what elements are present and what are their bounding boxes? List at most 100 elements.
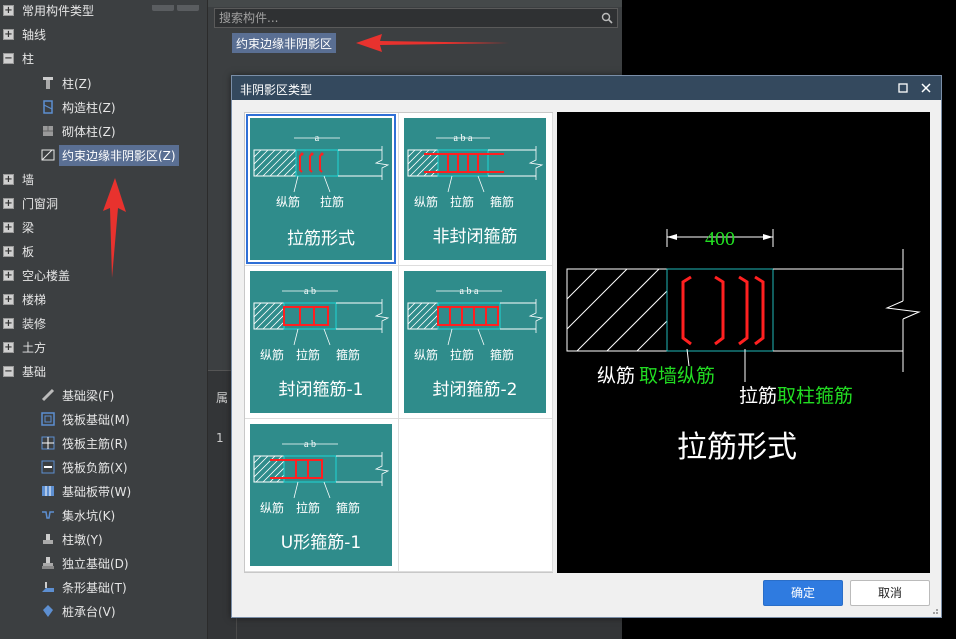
card-rebar-label: 纵筋 (276, 194, 300, 209)
type-preview: 400 纵筋 取墙纵筋 拉筋取柱箍筋 拉筋形式 (557, 112, 930, 573)
card-rebar-label: 拉筋 (320, 194, 344, 209)
tree-item[interactable]: 筏板负筋(X) (0, 455, 207, 479)
ok-button[interactable]: 确定 (763, 580, 843, 606)
type-card[interactable]: a 纵筋 拉筋 拉筋形式 (246, 114, 396, 264)
tree-category-label: 门窗洞 (22, 196, 59, 211)
tree-item-label: 构造柱(Z) (62, 100, 116, 115)
preview-label-long-rebar-rule: 取墙纵筋 (639, 365, 715, 387)
preview-label-long-rebar: 纵筋 (597, 365, 635, 387)
empty-cell (399, 419, 553, 572)
sump-pit-icon (40, 507, 56, 523)
search-box[interactable] (214, 8, 618, 28)
tree-item[interactable]: 柱墩(Y) (0, 527, 207, 551)
card-dimension-label: a b (304, 439, 316, 450)
resize-grip-icon[interactable] (931, 607, 939, 615)
card-rebar-label: 拉筋 (450, 194, 474, 209)
type-cell[interactable]: a b 纵筋 拉筋 箍筋 封闭箍筋-1 (245, 266, 399, 419)
tree-item[interactable]: 基础梁(F) (0, 383, 207, 407)
raft-negative-rebar-icon (40, 459, 56, 475)
card-rebar-label: 箍筋 (336, 347, 360, 362)
type-card[interactable]: a b 纵筋 拉筋 箍筋 封闭箍筋-1 (250, 271, 392, 413)
type-grid: a 纵筋 拉筋 拉筋形式 a b a 纵筋 拉筋 箍筋 非封闭箍筋 a b 纵筋 拉筋 箍筋 封闭箍筋-1… (244, 112, 553, 573)
properties-header: 属 (216, 391, 229, 405)
tree-item[interactable]: 基础板带(W) (0, 479, 207, 503)
tree-item[interactable]: 构造柱(Z) (0, 95, 207, 119)
tree-item[interactable]: 约束边缘非阴影区(Z) (0, 143, 207, 167)
expand-icon[interactable]: + (3, 28, 14, 40)
tree-item[interactable]: 桩承台(V) (0, 599, 207, 623)
card-rebar-label: 拉筋 (450, 347, 474, 362)
component-tree: + 常用构件类型 + 轴线 − 柱柱(Z) 构造柱(Z) 砌体柱(Z) 约束边缘非阴影区(Z) +… (0, 0, 207, 639)
tree-item[interactable]: 筏板主筋(R) (0, 431, 207, 455)
expand-icon[interactable]: + (3, 341, 14, 353)
annotation-arrow-left (356, 34, 512, 52)
tree-category-label: 梁 (22, 220, 35, 235)
expand-icon[interactable]: + (3, 4, 14, 16)
tree-category-label: 土方 (22, 340, 47, 355)
list-toolbar (208, 0, 623, 7)
type-cell[interactable]: a b 纵筋 拉筋 箍筋 U形箍筋-1 (245, 419, 399, 572)
expand-icon[interactable]: + (3, 317, 14, 329)
maximize-icon[interactable] (897, 82, 909, 94)
tree-category[interactable]: + 楼梯 (0, 287, 207, 311)
non-shadow-zone-type-dialog: 非阴影区类型 a 纵筋 拉筋 拉筋形式 a b a 纵筋 拉筋 箍筋 非封闭箍筋 a b 纵筋 拉筋箍… (231, 75, 942, 618)
tree-item[interactable]: 筏板基础(M) (0, 407, 207, 431)
type-cell[interactable]: a 纵筋 拉筋 拉筋形式 (245, 113, 399, 266)
tree-category[interactable]: − 基础 (0, 359, 207, 383)
tree-item[interactable]: 柱(Z) (0, 71, 207, 95)
collapse-icon[interactable]: − (3, 365, 14, 377)
tree-category[interactable]: − 柱 (0, 46, 207, 70)
isolated-footing-icon (40, 555, 56, 571)
structural-column-icon (40, 99, 56, 115)
dialog-title: 非阴影区类型 (240, 83, 313, 97)
collapse-icon[interactable]: − (3, 52, 14, 64)
tree-category[interactable]: + 土方 (0, 335, 207, 359)
expand-icon[interactable]: + (3, 197, 14, 209)
tree-item[interactable]: 条形基础(T) (0, 575, 207, 599)
card-rebar-label: 纵筋 (414, 347, 438, 362)
tree-category-label: 轴线 (22, 27, 47, 42)
tree-item-label: 约束边缘非阴影区(Z) (59, 144, 179, 166)
tree-item[interactable]: 集水坑(K) (0, 503, 207, 527)
raft-main-rebar-icon (40, 435, 56, 451)
component-list-item[interactable]: 约束边缘非阴影区 (232, 33, 337, 53)
tree-item[interactable]: 独立基础(D) (0, 551, 207, 575)
tree-item-label: 基础梁(F) (62, 388, 115, 403)
card-rebar-label: 纵筋 (260, 347, 284, 362)
tree-category[interactable]: + 装修 (0, 311, 207, 335)
card-rebar-label: 纵筋 (260, 500, 284, 515)
tree-item-label: 基础板带(W) (62, 484, 132, 499)
properties-row-number: 1 (216, 431, 224, 445)
expand-icon[interactable]: + (3, 245, 14, 257)
tree-item-label: 筏板基础(M) (62, 412, 130, 427)
tree-category[interactable]: + 常用构件类型 (0, 0, 207, 22)
search-input[interactable] (215, 9, 600, 27)
type-cell[interactable]: a b a 纵筋 拉筋 箍筋 非封闭箍筋 (399, 113, 553, 266)
raft-foundation-icon (40, 411, 56, 427)
cancel-button[interactable]: 取消 (850, 580, 930, 606)
card-rebar-label: 拉筋 (296, 500, 320, 515)
card-dimension-label: a b a (454, 133, 473, 144)
tree-item[interactable]: 砌体柱(Z) (0, 119, 207, 143)
type-card[interactable]: a b a 纵筋 拉筋 箍筋 封闭箍筋-2 (404, 271, 546, 413)
search-icon[interactable] (601, 12, 613, 24)
type-card[interactable]: a b a 纵筋 拉筋 箍筋 非封闭箍筋 (404, 118, 546, 260)
tree-category-label: 柱 (22, 51, 35, 66)
strip-footing-icon (40, 579, 56, 595)
expand-icon[interactable]: + (3, 293, 14, 305)
expand-icon[interactable]: + (3, 269, 14, 281)
close-icon[interactable] (919, 81, 933, 95)
type-cell[interactable]: a b a 纵筋 拉筋 箍筋 封闭箍筋-2 (399, 266, 553, 419)
card-rebar-label: 箍筋 (490, 347, 514, 362)
card-dimension-label: a b a (460, 286, 479, 297)
card-rebar-label: 箍筋 (336, 500, 360, 515)
type-card[interactable]: a b 纵筋 拉筋 箍筋 U形箍筋-1 (250, 424, 392, 566)
dialog-title-bar[interactable]: 非阴影区类型 (232, 76, 941, 100)
preview-label-tie: 拉筋 (739, 385, 777, 407)
tree-category[interactable]: + 轴线 (0, 22, 207, 46)
expand-icon[interactable]: + (3, 173, 14, 185)
tree-category-label: 基础 (22, 364, 47, 379)
expand-icon[interactable]: + (3, 221, 14, 233)
boundary-zone-icon (40, 147, 56, 163)
card-rebar-label: 箍筋 (490, 194, 514, 209)
